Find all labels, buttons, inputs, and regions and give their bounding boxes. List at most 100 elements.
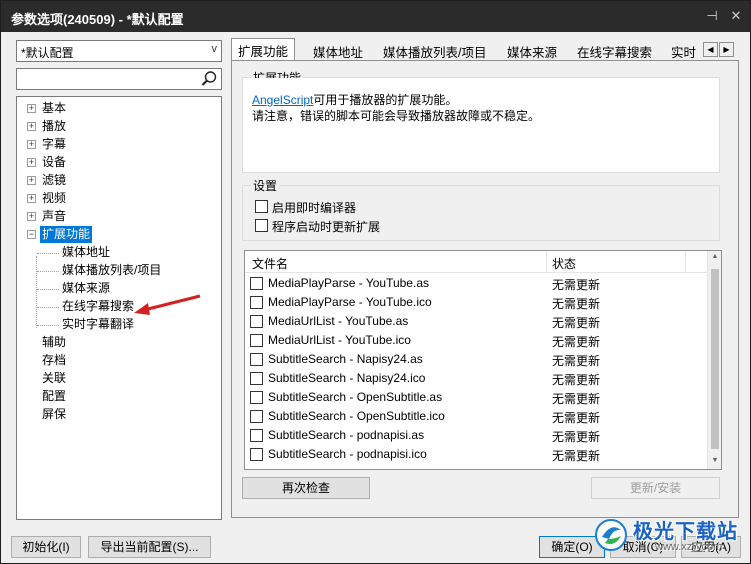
tree-item-label: 字幕	[42, 137, 67, 151]
search-input[interactable]	[16, 68, 222, 90]
option-label: 程序启动时更新扩展	[272, 220, 381, 234]
list-item[interactable]: MediaPlayParse - YouTube.as 无需更新	[245, 274, 708, 293]
extension-info-group: 扩展功能 AngelScript可用于播放器的扩展功能。 请注意，错误的脚本可能…	[242, 69, 720, 173]
settings-group: 设置 启用即时编译器 程序启动时更新扩展	[242, 177, 720, 241]
list-item[interactable]: MediaUrlList - YouTube.as 无需更新	[245, 312, 708, 331]
list-header: 文件名 状态	[245, 251, 708, 273]
tree-item-label: 设备	[42, 155, 67, 169]
file-status: 无需更新	[552, 411, 601, 425]
scroll-up-icon[interactable]: ▲	[708, 253, 721, 260]
tab[interactable]: 媒体来源	[501, 40, 563, 60]
file-status: 无需更新	[552, 335, 601, 349]
row-checkbox[interactable]	[250, 410, 263, 423]
angelscript-link[interactable]: AngelScript	[252, 93, 313, 107]
pin-icon[interactable]: ⊣	[703, 7, 721, 25]
expand-icon[interactable]: +	[27, 212, 36, 221]
scrollbar-thumb[interactable]	[711, 269, 719, 449]
expand-icon[interactable]: +	[27, 104, 36, 113]
file-name: MediaUrlList - YouTube.ico	[268, 333, 411, 347]
tree-item[interactable]: 关联	[17, 370, 217, 387]
file-status: 无需更新	[552, 278, 601, 292]
tree-item-label: 辅助	[42, 335, 67, 349]
row-checkbox[interactable]	[250, 448, 263, 461]
row-checkbox[interactable]	[250, 315, 263, 328]
list-item[interactable]: SubtitleSearch - OpenSubtitle.as 无需更新	[245, 388, 708, 407]
close-icon[interactable]: ✕	[727, 7, 745, 25]
group-caption: 设置	[251, 177, 280, 194]
row-checkbox[interactable]	[250, 296, 263, 309]
export-config-button[interactable]: 导出当前配置(S)...	[88, 536, 211, 558]
column-divider[interactable]	[685, 251, 686, 273]
list-item[interactable]: SubtitleSearch - podnapisi.ico 无需更新	[245, 445, 708, 464]
tree-item-label: 在线字幕搜索	[62, 299, 135, 313]
tab-scroll-right-icon[interactable]: ▶	[719, 42, 734, 57]
tree-item[interactable]: + 滤镜	[17, 172, 217, 189]
extension-file-list[interactable]: 文件名 状态 ▲ ▼ MediaPlayParse - YouTube.as 无需…	[244, 250, 722, 470]
tree-item[interactable]: + 播放	[17, 118, 217, 135]
tree-item[interactable]: + 视频	[17, 190, 217, 207]
scroll-down-icon[interactable]: ▼	[708, 457, 721, 464]
settings-window: 参数选项(240509) - *默认配置 ⊣ ✕ *默认配置 v + 基本 + 播放 +…	[0, 0, 751, 564]
column-divider[interactable]	[546, 251, 547, 273]
column-header-filename[interactable]: 文件名	[252, 255, 288, 272]
row-checkbox[interactable]	[250, 277, 263, 290]
row-checkbox[interactable]	[250, 353, 263, 366]
tab-panel-extension: 扩展功能 AngelScript可用于播放器的扩展功能。 请注意，错误的脚本可能…	[231, 60, 739, 518]
title-bar: 参数选项(240509) - *默认配置 ⊣ ✕	[1, 1, 750, 32]
column-header-status[interactable]: 状态	[552, 255, 576, 272]
tab[interactable]: 媒体地址	[307, 40, 369, 60]
expand-icon[interactable]: +	[27, 122, 36, 131]
tree-item[interactable]: 媒体地址	[17, 244, 217, 261]
extension-line-1: AngelScript可用于播放器的扩展功能。	[252, 91, 457, 108]
tab[interactable]: 媒体播放列表/项目	[377, 40, 492, 60]
tree-item-label: 关联	[42, 371, 67, 385]
vertical-scrollbar[interactable]: ▲ ▼	[707, 251, 721, 469]
tree-item-label: 媒体来源	[62, 281, 111, 295]
collapse-icon[interactable]: −	[27, 230, 36, 239]
row-checkbox[interactable]	[250, 391, 263, 404]
update-install-button[interactable]: 更新/安装	[591, 477, 720, 499]
tab[interactable]: 扩展功能	[231, 38, 296, 61]
list-item[interactable]: SubtitleSearch - podnapisi.as 无需更新	[245, 426, 708, 445]
row-checkbox[interactable]	[250, 334, 263, 347]
checkbox-jit[interactable]	[255, 200, 268, 213]
expand-icon[interactable]: +	[27, 140, 36, 149]
chevron-down-icon[interactable]: v	[212, 43, 218, 55]
expand-icon[interactable]: +	[27, 158, 36, 167]
tree-item[interactable]: + 声音	[17, 208, 217, 225]
checkbox-update-on-start[interactable]	[255, 219, 268, 232]
tree-item[interactable]: 存档	[17, 352, 217, 369]
expand-icon[interactable]: +	[27, 176, 36, 185]
list-item[interactable]: SubtitleSearch - Napisy24.ico 无需更新	[245, 369, 708, 388]
tree-item-label: 播放	[42, 119, 67, 133]
initialize-button[interactable]: 初始化(I)	[11, 536, 81, 558]
tree-item[interactable]: + 设备	[17, 154, 217, 171]
expand-icon[interactable]: +	[27, 194, 36, 203]
row-checkbox[interactable]	[250, 429, 263, 442]
tab[interactable]: 实时	[665, 40, 703, 60]
search-icon[interactable]	[200, 70, 218, 88]
file-status: 无需更新	[552, 430, 601, 444]
tab-scroll-left-icon[interactable]: ◀	[703, 42, 718, 57]
list-item[interactable]: MediaUrlList - YouTube.ico 无需更新	[245, 331, 708, 350]
file-status: 无需更新	[552, 449, 601, 463]
list-item[interactable]: SubtitleSearch - OpenSubtitle.ico 无需更新	[245, 407, 708, 426]
tree-item-label: 扩展功能	[40, 226, 93, 243]
tree-item[interactable]: − 扩展功能	[17, 226, 217, 243]
option-label: 启用即时编译器	[272, 201, 357, 215]
tree-item[interactable]: 媒体播放列表/项目	[17, 262, 217, 279]
list-item[interactable]: SubtitleSearch - Napisy24.as 无需更新	[245, 350, 708, 369]
file-name: SubtitleSearch - podnapisi.as	[268, 428, 425, 442]
file-status: 无需更新	[552, 392, 601, 406]
tree-item[interactable]: 屏保	[17, 406, 217, 423]
recheck-button[interactable]: 再次检查	[242, 477, 370, 499]
tree-item[interactable]: + 字幕	[17, 136, 217, 153]
row-checkbox[interactable]	[250, 372, 263, 385]
profile-select[interactable]: *默认配置 v	[16, 40, 222, 62]
tree-item[interactable]: 配置	[17, 388, 217, 405]
tab[interactable]: 在线字幕搜索	[571, 40, 658, 60]
list-item[interactable]: MediaPlayParse - YouTube.ico 无需更新	[245, 293, 708, 312]
tree-item[interactable]: 辅助	[17, 334, 217, 351]
extension-line-2: 请注意，错误的脚本可能会导致播放器故障或不稳定。	[252, 109, 541, 123]
tree-item[interactable]: + 基本	[17, 100, 217, 117]
